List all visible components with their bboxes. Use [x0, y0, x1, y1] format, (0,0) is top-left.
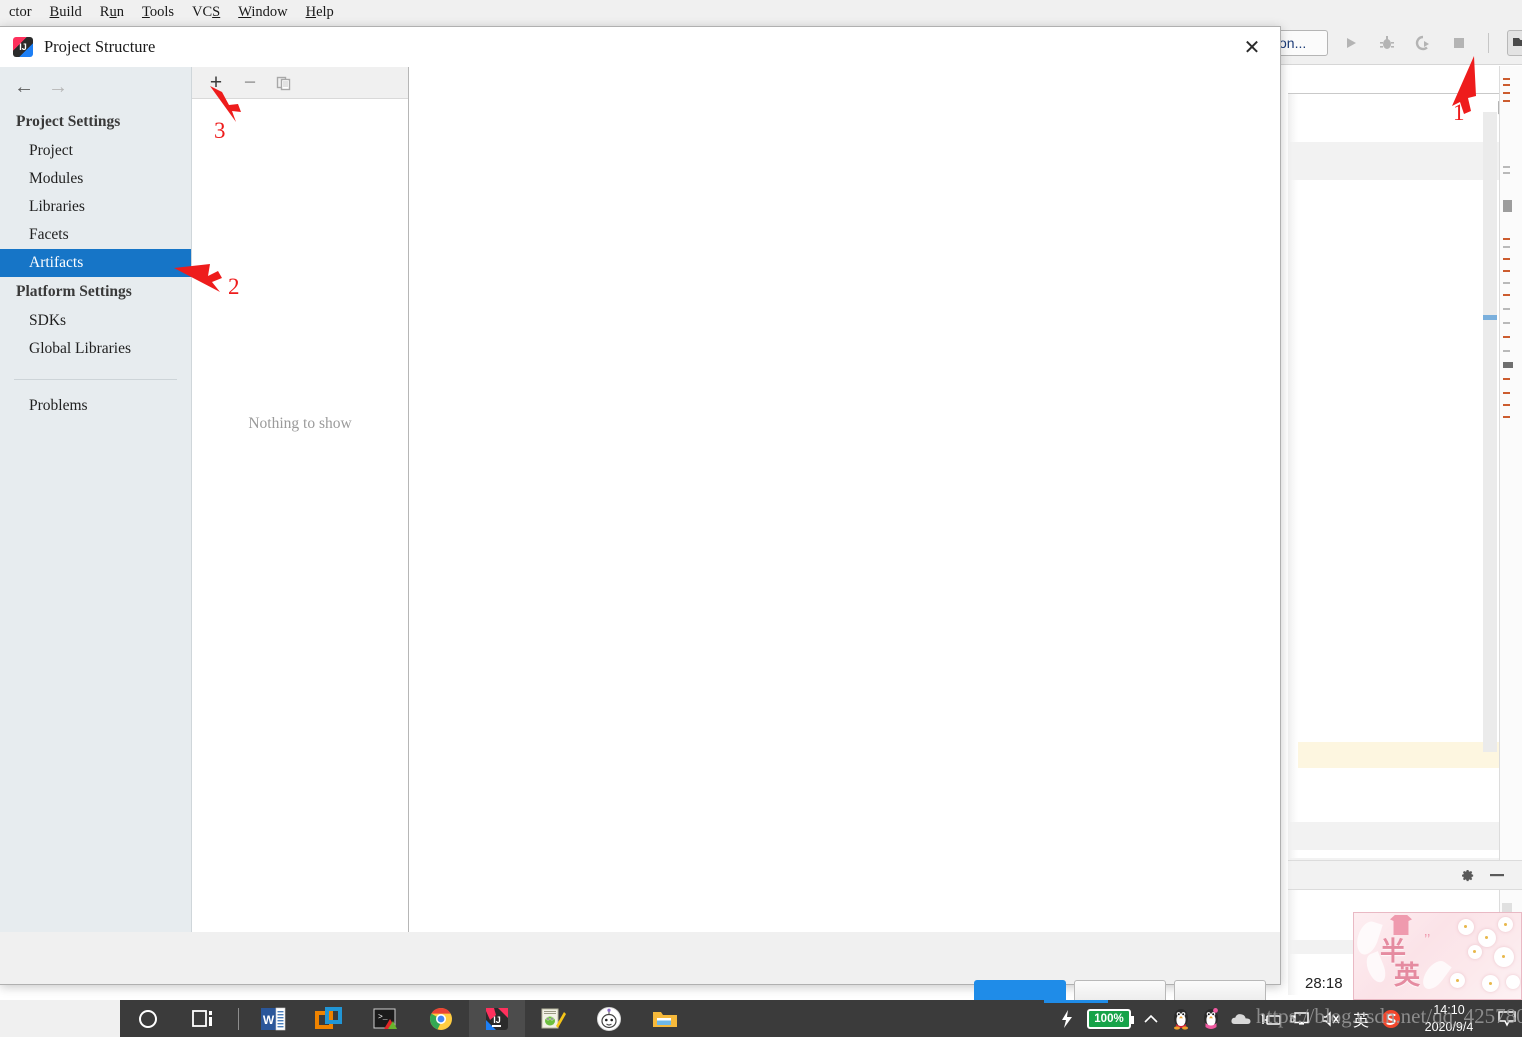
ide-toolbar-actions	[1340, 30, 1522, 56]
sidebar-item-facets[interactable]: Facets	[0, 221, 191, 249]
floral-ad-popup[interactable]: ’’ 半 英	[1353, 912, 1522, 1000]
project-structure-dialog: Project Structure ✕ ← → Project Settings…	[0, 26, 1281, 1008]
editor-icon[interactable]	[525, 1000, 581, 1037]
add-artifact-button[interactable]: +	[206, 72, 226, 93]
sidebar-group-platform-settings: Platform Settings	[16, 283, 132, 300]
copy-icon[interactable]	[274, 73, 294, 93]
battery-percent: 100%	[1094, 1012, 1124, 1025]
svg-text:IJ: IJ	[493, 1015, 501, 1025]
quote-mark: ’’	[1424, 931, 1431, 948]
settings-sidebar: ← → Project Settings Project Modules Lib…	[0, 67, 192, 984]
file-explorer-icon[interactable]	[637, 1000, 693, 1037]
sidebar-item-project[interactable]: Project	[0, 137, 191, 165]
editor-warning-row	[1298, 742, 1512, 768]
vmware-icon[interactable]	[301, 1000, 357, 1037]
annotation-label-2: 2	[228, 274, 240, 299]
chevron-up-icon[interactable]	[1136, 1000, 1166, 1037]
penguin-chat-icon[interactable]	[581, 1000, 637, 1037]
menu-item-help[interactable]: Help	[297, 4, 343, 21]
menu-item-tools[interactable]: Tools	[133, 4, 183, 21]
terminal-icon[interactable]: >_	[357, 1000, 413, 1037]
dress-icon	[1390, 915, 1412, 935]
editor-tab-strip[interactable]	[1288, 66, 1522, 94]
project-structure-icon[interactable]	[1507, 30, 1522, 56]
editor-minimap[interactable]	[1499, 66, 1522, 995]
annotation-label-3: 3	[214, 118, 226, 143]
qq-penguin-pink-icon[interactable]	[1196, 1000, 1226, 1037]
empty-state-message: Nothing to show	[248, 415, 352, 432]
sidebar-item-global-libraries[interactable]: Global Libraries	[0, 335, 191, 363]
dialog-footer	[0, 932, 1280, 1008]
taskbar-separator	[238, 1007, 239, 1030]
menu-item-build[interactable]: Build	[41, 4, 91, 21]
qq-penguin-icon[interactable]	[1166, 1000, 1196, 1037]
sidebar-item-sdks[interactable]: SDKs	[0, 307, 191, 335]
artifacts-list-panel: + − Nothing to show	[192, 67, 409, 984]
onedrive-icon[interactable]	[1226, 1000, 1256, 1037]
taskbar-left-spacer	[0, 1000, 120, 1037]
sidebar-item-libraries[interactable]: Libraries	[0, 193, 191, 221]
taskbar-app-list: W >_ IJ	[120, 1000, 693, 1037]
editor-scroll-marker[interactable]	[1483, 315, 1497, 320]
task-view-icon[interactable]	[176, 1000, 232, 1037]
artifact-details-panel	[409, 67, 1280, 984]
watermark: https://blog.csdn.net/qq_42578036	[1256, 1004, 1522, 1028]
dialog-body: ← → Project Settings Project Modules Lib…	[0, 67, 1280, 984]
cortana-icon[interactable]	[120, 1000, 176, 1037]
dialog-title: Project Structure	[44, 37, 156, 56]
remove-artifact-button[interactable]: −	[240, 72, 260, 93]
popup-text-line2: 英	[1394, 961, 1421, 991]
debug-icon[interactable]	[1376, 32, 1398, 54]
charging-icon[interactable]	[1052, 1000, 1082, 1037]
sidebar-item-artifacts[interactable]: Artifacts	[0, 249, 191, 277]
editor-highlight-row	[1288, 822, 1522, 850]
gear-icon[interactable]	[1458, 866, 1476, 884]
svg-text:W: W	[263, 1013, 275, 1027]
svg-text:>_: >_	[378, 1013, 388, 1022]
ide-menu-bar: ctor Build Run Tools VCS Window Help	[0, 0, 1522, 24]
menu-item-window[interactable]: Window	[229, 4, 296, 21]
sidebar-item-modules[interactable]: Modules	[0, 165, 191, 193]
intellij-idea-icon[interactable]: IJ	[469, 1000, 525, 1037]
back-arrow-icon[interactable]: ←	[14, 76, 34, 99]
sidebar-group-project-settings: Project Settings	[16, 113, 121, 130]
sidebar-divider	[14, 379, 177, 380]
screen: ctor Build Run Tools VCS Window Help on.…	[0, 0, 1522, 1037]
close-icon[interactable]: ✕	[1232, 31, 1272, 63]
sidebar-item-problems[interactable]: Problems	[0, 392, 191, 420]
menu-item-run[interactable]: Run	[91, 4, 133, 21]
run-icon[interactable]	[1340, 32, 1362, 54]
menu-item-vcs[interactable]: VCS	[183, 4, 229, 21]
word-icon[interactable]: W	[245, 1000, 301, 1037]
annotation-label-1: 1	[1453, 100, 1465, 125]
tool-window-header	[1288, 860, 1522, 890]
toolbar-separator	[1488, 33, 1489, 53]
navigation-arrows: ← →	[0, 67, 191, 107]
minimize-icon[interactable]	[1488, 866, 1506, 884]
editor-scrollbar[interactable]	[1483, 112, 1497, 752]
dialog-title-bar: Project Structure ✕	[0, 27, 1280, 67]
artifacts-toolbar: + −	[192, 67, 408, 99]
session-timer: 28:18	[1305, 975, 1343, 992]
run-with-coverage-icon[interactable]	[1412, 32, 1434, 54]
menu-item-refactor[interactable]: ctor	[0, 4, 41, 21]
intellij-idea-icon	[13, 37, 33, 57]
forward-arrow-icon[interactable]: →	[48, 76, 68, 99]
battery-icon[interactable]: 100%	[1082, 1000, 1136, 1037]
stop-icon[interactable]	[1448, 32, 1470, 54]
chrome-icon[interactable]	[413, 1000, 469, 1037]
